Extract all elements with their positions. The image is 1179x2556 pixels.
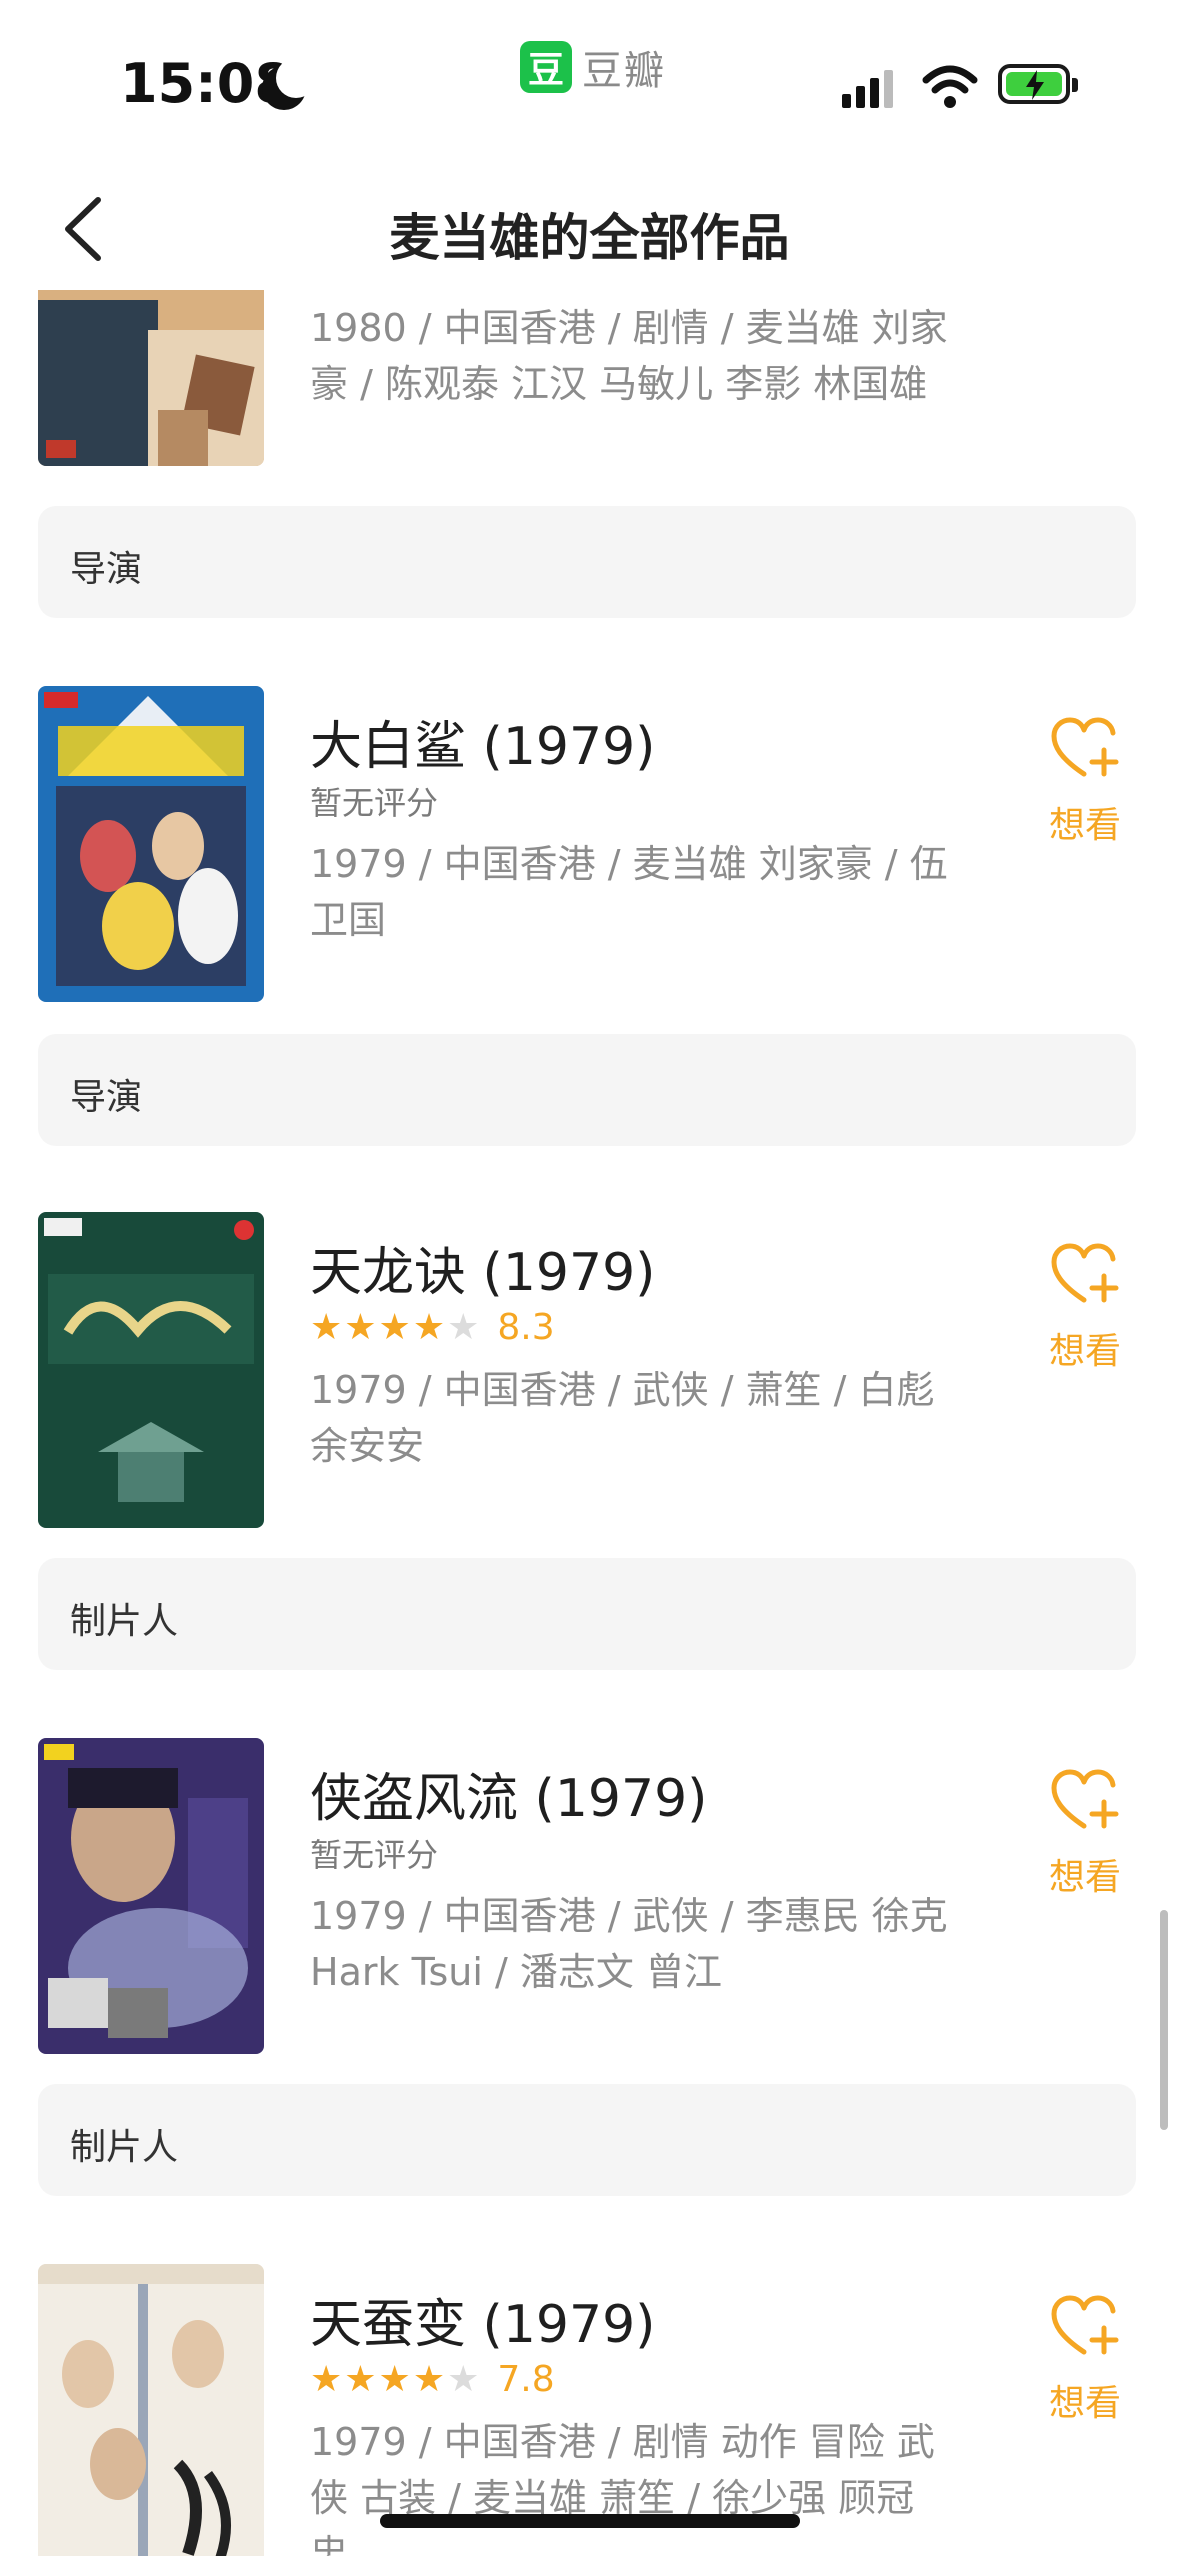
list-item[interactable]: 天蚕变 (1979) ★★★★★ 7.8 1979 / 中国香港 / 剧情 动作… (0, 2264, 1179, 2556)
works-list: 1980 / 中国香港 / 剧情 / 麦当雄 刘家豪 / 陈观泰 江汉 马敏儿 … (0, 290, 1179, 2556)
section-header-director: 导演 (38, 1034, 1136, 1146)
heart-plus-icon (1051, 1769, 1119, 1829)
movie-meta: 1979 / 中国香港 / 麦当雄 刘家豪 / 伍卫国 (310, 842, 948, 942)
heart-plus-icon (1051, 2295, 1119, 2355)
section-header-producer: 制片人 (38, 2084, 1136, 2196)
star-rating: ★★★★★ (310, 2358, 482, 2400)
scrollbar[interactable] (1160, 1910, 1168, 2130)
cellular-signal-icon (842, 68, 898, 108)
nav-bar: 麦当雄的全部作品 (0, 180, 1179, 280)
battery-icon (998, 64, 1078, 104)
movie-title[interactable]: 天龙诀 (1979) (310, 1230, 655, 1305)
app-brand: 豆 豆瓣 (520, 38, 666, 96)
movie-title[interactable]: 侠盗风流 (1979) (310, 1756, 707, 1831)
want-to-watch-button[interactable]: 想看 (1040, 2294, 1130, 2434)
section-label: 制片人 (70, 1601, 179, 1642)
movie-meta: 1980 / 中国香港 / 剧情 / 麦当雄 刘家豪 / 陈观泰 江汉 马敏儿 … (310, 306, 948, 406)
movie-title[interactable]: 大白鲨 (1979) (310, 704, 655, 779)
rating-row: 暂无评分 (310, 778, 438, 824)
moon-icon (262, 58, 316, 110)
wish-label: 想看 (1048, 2383, 1121, 2424)
rating-row: 暂无评分 (310, 1830, 438, 1876)
section-header-director: 导演 (38, 506, 1136, 618)
movie-poster[interactable] (38, 1738, 264, 2054)
list-item[interactable]: 侠盗风流 (1979) 暂无评分 1979 / 中国香港 / 武侠 / 李惠民 … (0, 1738, 1179, 2058)
movie-poster[interactable] (38, 686, 264, 1002)
wish-label: 想看 (1048, 805, 1121, 846)
wifi-icon (922, 65, 978, 108)
movie-poster[interactable] (38, 1212, 264, 1528)
page-title: 麦当雄的全部作品 (389, 209, 790, 267)
heart-plus-icon (1051, 717, 1119, 777)
rating-row: ★★★★★ 7.8 (310, 2356, 555, 2402)
rating-score: 7.8 (497, 2358, 555, 2400)
movie-title[interactable]: 天蚕变 (1979) (310, 2282, 655, 2357)
movie-meta: 1979 / 中国香港 / 剧情 动作 冒险 武侠 古装 / 麦当雄 萧笙 / … (310, 2420, 935, 2556)
want-to-watch-button[interactable]: 想看 (1040, 716, 1130, 856)
rating-score: 8.3 (497, 1306, 555, 1348)
list-item[interactable]: 天龙诀 (1979) ★★★★★ 8.3 1979 / 中国香港 / 武侠 / … (0, 1212, 1179, 1532)
list-item[interactable]: 1980 / 中国香港 / 剧情 / 麦当雄 刘家豪 / 陈观泰 江汉 马敏儿 … (0, 290, 1179, 470)
movie-poster[interactable] (38, 2264, 264, 2556)
section-label: 导演 (70, 1077, 143, 1118)
section-header-producer: 制片人 (38, 1558, 1136, 1670)
home-indicator[interactable] (380, 2514, 800, 2528)
rating-text: 暂无评分 (310, 1836, 439, 1874)
movie-meta: 1979 / 中国香港 / 武侠 / 萧笙 / 白彪 余安安 (310, 1368, 935, 1468)
douban-logo-icon: 豆 (520, 41, 572, 93)
rating-text: 暂无评分 (310, 784, 439, 822)
want-to-watch-button[interactable]: 想看 (1040, 1242, 1130, 1382)
star-rating: ★★★★★ (310, 1306, 482, 1348)
section-label: 制片人 (70, 2127, 179, 2168)
movie-meta: 1979 / 中国香港 / 武侠 / 李惠民 徐克 Hark Tsui / 潘志… (310, 1894, 948, 1994)
want-to-watch-button[interactable]: 想看 (1040, 1768, 1130, 1908)
list-item[interactable]: 大白鲨 (1979) 暂无评分 1979 / 中国香港 / 麦当雄 刘家豪 / … (0, 686, 1179, 1006)
movie-poster[interactable] (38, 290, 264, 466)
wish-label: 想看 (1048, 1857, 1121, 1898)
status-bar: 15:08 豆 豆瓣 (0, 0, 1179, 150)
brand-name: 豆瓣 (582, 48, 666, 94)
rating-row: ★★★★★ 8.3 (310, 1304, 555, 1350)
wish-label: 想看 (1048, 1331, 1121, 1372)
heart-plus-icon (1051, 1243, 1119, 1303)
section-label: 导演 (70, 549, 143, 590)
